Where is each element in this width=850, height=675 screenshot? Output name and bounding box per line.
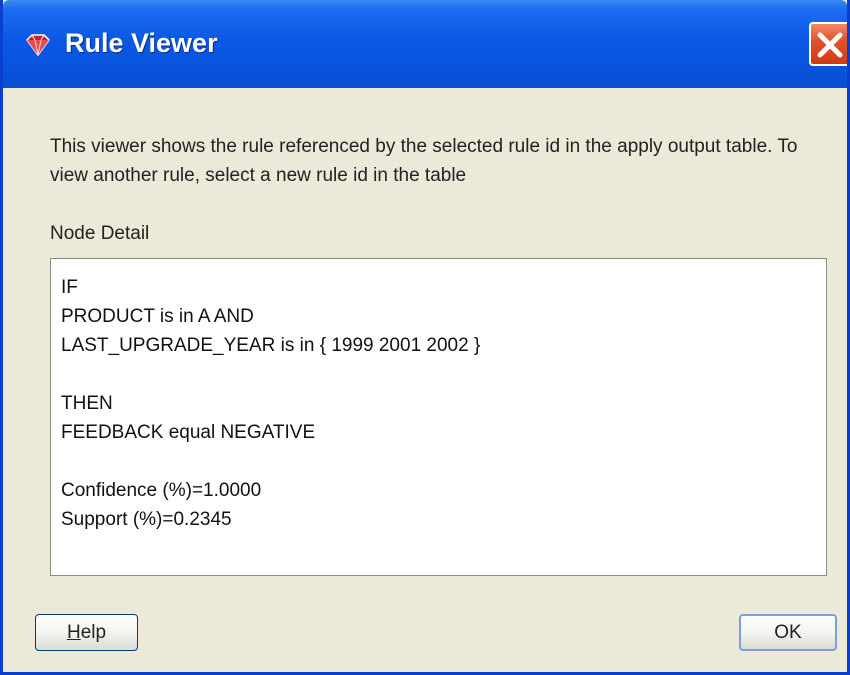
help-button[interactable]: Help <box>35 614 138 651</box>
detail-line: IF <box>61 277 78 298</box>
help-label: elp <box>80 622 107 643</box>
ok-button[interactable]: OK <box>739 614 837 651</box>
detail-line: Support (%)=0.2345 <box>61 509 232 530</box>
close-button[interactable] <box>809 22 847 66</box>
title-bar[interactable]: Rule Viewer <box>3 0 847 88</box>
help-mnemonic: H <box>66 622 81 643</box>
description-text: This viewer shows the rule referenced by… <box>50 136 798 186</box>
detail-line <box>61 447 816 476</box>
dialog-content: This viewer shows the rule referenced by… <box>3 88 847 672</box>
detail-line <box>61 360 816 389</box>
node-detail-label: Node Detail <box>50 223 150 244</box>
detail-line: LAST_UPGRADE_YEAR is in { 1999 2001 2002… <box>61 335 481 356</box>
detail-line: FEEDBACK equal NEGATIVE <box>61 422 316 443</box>
detail-line: Confidence (%)=1.0000 <box>61 480 262 501</box>
rule-viewer-dialog: Rule Viewer This viewer shows the rule r… <box>0 0 850 675</box>
window-title: Rule Viewer <box>65 28 218 58</box>
close-icon <box>817 32 843 58</box>
detail-line: THEN <box>61 393 113 414</box>
node-detail-textarea[interactable]: IF PRODUCT is in A AND LAST_UPGRADE_YEAR… <box>50 258 827 576</box>
detail-line: PRODUCT is in A AND <box>61 306 254 327</box>
jewel-icon <box>26 34 50 56</box>
